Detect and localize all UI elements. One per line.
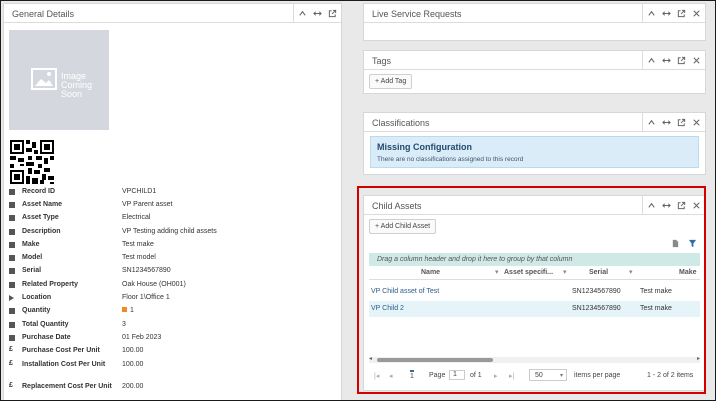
asset-image-placeholder: Image Coming Soon [9, 30, 109, 130]
detail-row-asset-type: Asset Type Electrical [4, 213, 344, 226]
add-tag-button[interactable]: + Add Tag [369, 74, 413, 89]
open-external-icon[interactable] [328, 9, 337, 18]
document-icon [9, 202, 15, 208]
image-placeholder-text: Image Coming Soon [61, 71, 93, 99]
live-service-requests-panel: Live Service Requests [363, 3, 706, 41]
panel-header: Classifications [364, 113, 705, 132]
detail-row-description: Description VP Testing adding child asset… [4, 227, 344, 240]
building-icon [9, 282, 15, 288]
panel-title: Tags [372, 56, 392, 66]
panel-title: Classifications [372, 118, 430, 128]
document-icon [9, 215, 15, 221]
panel-header: Tags [364, 51, 705, 70]
close-icon[interactable] [692, 118, 701, 127]
panel-controls [293, 4, 341, 22]
collapse-icon[interactable] [647, 56, 656, 65]
related-property-link[interactable]: Oak House (OH001) [122, 281, 186, 288]
detail-row-serial: Serial SN1234567890 [4, 266, 344, 279]
open-external-icon[interactable] [677, 9, 686, 18]
detail-row-make: Make Test make [4, 240, 344, 253]
calendar-icon [9, 335, 15, 341]
panel-controls [642, 51, 705, 69]
document-icon [9, 255, 15, 261]
detail-row-purchase-date: Purchase Date 01 Feb 2023 [4, 333, 344, 346]
expand-width-icon[interactable] [662, 56, 671, 65]
detail-row-related-property: Related Property Oak House (OH001) [4, 280, 344, 293]
location-arrow-icon [9, 295, 14, 301]
document-icon [9, 229, 15, 235]
alert-title: Missing Configuration [377, 142, 472, 152]
missing-configuration-alert: Missing Configuration There are no class… [370, 136, 699, 168]
barcode-icon [9, 189, 15, 195]
detail-row-purchase-cost: £ Purchase Cost Per Unit 100.00 [9, 346, 144, 354]
close-icon[interactable] [692, 56, 701, 65]
pound-icon: £ [9, 346, 13, 353]
expand-width-icon[interactable] [662, 118, 671, 127]
open-external-icon[interactable] [677, 56, 686, 65]
detail-row-replacement-cost: £ Replacement Cost Per Unit 200.00 [9, 382, 144, 390]
detail-row-asset-name: Asset Name VP Parent asset [4, 200, 344, 213]
pound-icon: £ [9, 382, 13, 389]
expand-width-icon[interactable] [662, 9, 671, 18]
panel-title: General Details [12, 9, 75, 19]
qr-code-icon [10, 140, 54, 184]
tags-panel: Tags + Add Tag [363, 50, 706, 94]
open-external-icon[interactable] [677, 118, 686, 127]
truck-icon [9, 322, 15, 328]
detail-row-quantity: Quantity 1 [4, 306, 344, 319]
panel-controls [642, 113, 705, 131]
quantity-badge-icon [122, 307, 127, 312]
close-icon[interactable] [692, 9, 701, 18]
pound-icon: £ [9, 360, 13, 367]
panel-header: Live Service Requests [364, 4, 705, 23]
detail-row-total-quantity: Total Quantity 3 [4, 320, 344, 333]
collapse-icon[interactable] [298, 9, 307, 18]
barcode-icon [9, 268, 15, 274]
truck-icon [9, 308, 15, 314]
detail-row-record-id: Record ID VPCHILD1 [4, 187, 344, 200]
panel-header: General Details [4, 4, 341, 23]
collapse-icon[interactable] [647, 118, 656, 127]
panel-title: Live Service Requests [372, 9, 462, 19]
detail-row-location: Location Floor 1\Office 1 [4, 293, 344, 306]
app-frame: General Details Image Coming Soon Record… [0, 0, 716, 401]
detail-row-model: Model Test model [4, 253, 344, 266]
image-icon [31, 68, 57, 90]
classifications-panel: Classifications Missing Configuration Th… [363, 112, 706, 175]
collapse-icon[interactable] [647, 9, 656, 18]
panel-controls [642, 4, 705, 22]
document-icon [9, 242, 15, 248]
highlight-box [357, 186, 706, 394]
alert-text: There are no classifications assigned to… [377, 156, 524, 163]
quantity-value: 1 [130, 307, 134, 314]
general-details-panel: General Details Image Coming Soon Record… [3, 3, 344, 400]
expand-width-icon[interactable] [313, 9, 322, 18]
detail-row-installation-cost: £ Installation Cost Per Unit 100.00 [9, 360, 144, 368]
